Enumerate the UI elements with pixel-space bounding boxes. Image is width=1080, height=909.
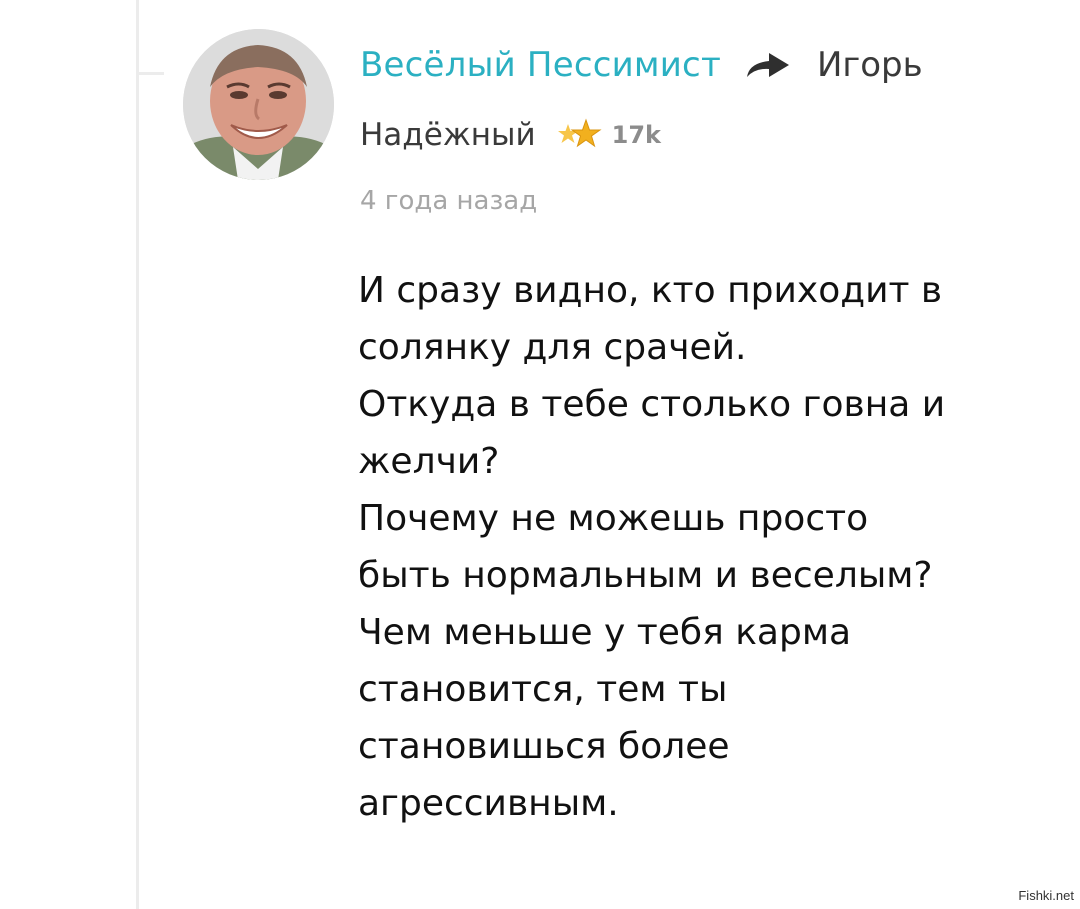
author-name-link[interactable]: Весёлый Пессимист bbox=[360, 45, 721, 85]
rank-label: Надёжный bbox=[360, 117, 536, 153]
comment-body: И сразу видно, кто приходит в солянку дл… bbox=[358, 262, 1058, 832]
thread-line bbox=[136, 0, 139, 909]
comment-text-line: Чем меньше у тебя карма bbox=[358, 612, 852, 653]
comment-text-line: Почему не можешь просто bbox=[358, 498, 869, 539]
reply-arrow-icon bbox=[745, 51, 791, 79]
watermark: Fishki.net bbox=[1018, 888, 1074, 903]
avatar-photo bbox=[183, 29, 334, 180]
thread-connector bbox=[136, 72, 164, 75]
comment-text-line: быть нормальным и веселым? bbox=[358, 555, 933, 596]
comment-header: Весёлый Пессимист Игорь bbox=[360, 40, 923, 90]
author-avatar[interactable] bbox=[183, 29, 334, 180]
comment-text-line: желчи? bbox=[358, 441, 500, 482]
comment-text-line: становится, тем ты bbox=[358, 669, 728, 710]
stars-icon bbox=[554, 118, 606, 152]
comment-text-line: Откуда в тебе столько говна и bbox=[358, 384, 946, 425]
comment-text-line: И сразу видно, кто приходит в bbox=[358, 270, 943, 311]
comment-timestamp: 4 года назад bbox=[360, 186, 538, 216]
reply-to-user-link[interactable]: Игорь bbox=[817, 45, 923, 85]
comment-text-line: становишься более bbox=[358, 726, 730, 767]
author-rank: Надёжный 17k bbox=[360, 110, 661, 160]
comment-text-line: солянку для срачей. bbox=[358, 327, 747, 368]
author-rating: 17k bbox=[611, 121, 661, 149]
comment-text-line: агрессивным. bbox=[358, 783, 619, 824]
